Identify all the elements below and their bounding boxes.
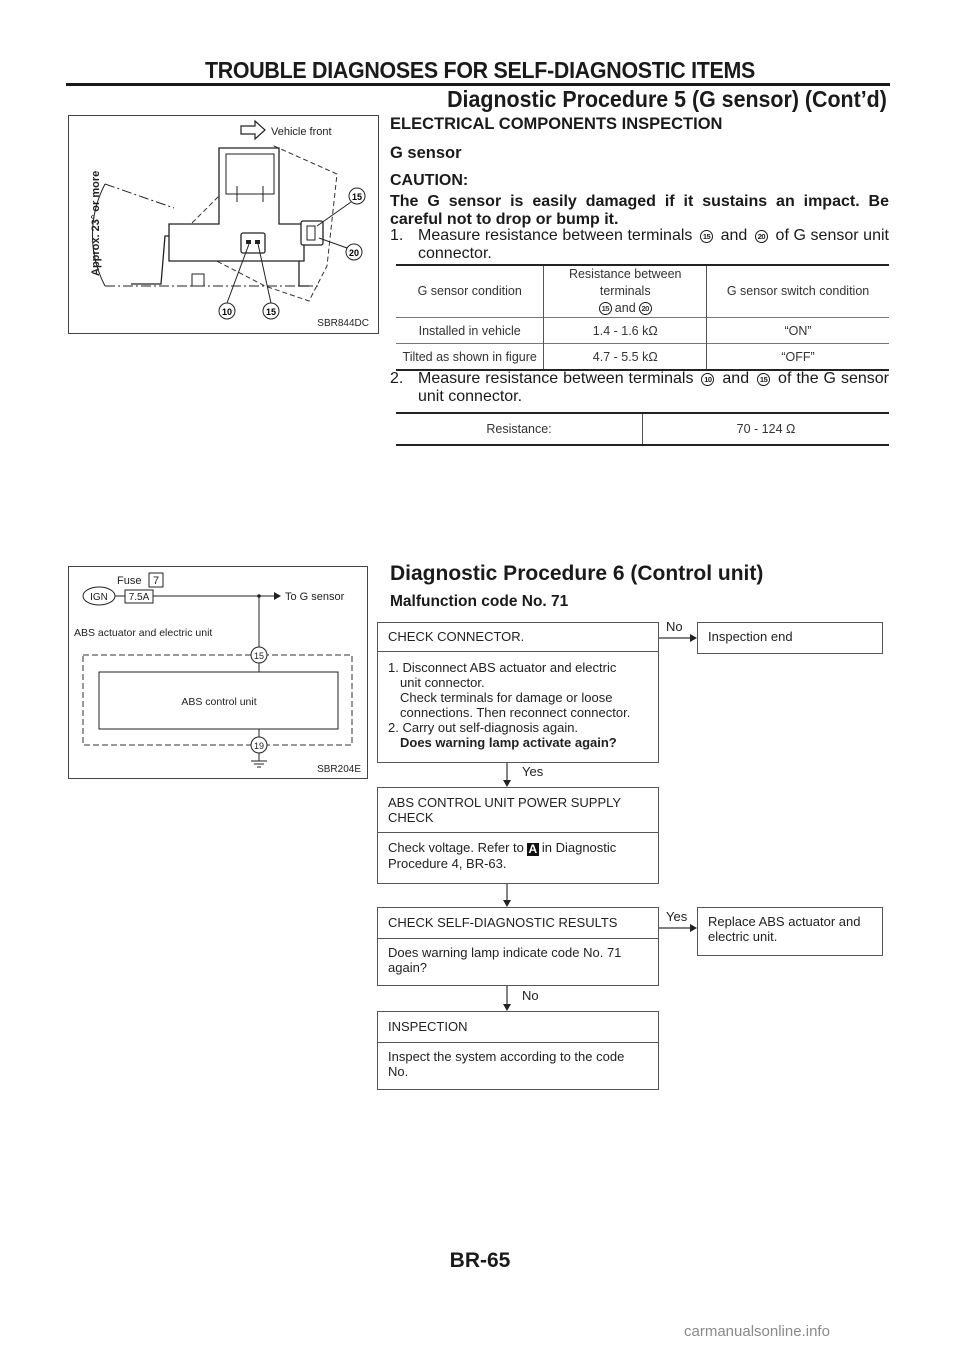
- box-body: Check voltage. Refer to Ain Diagnostic Pr…: [388, 840, 617, 871]
- arrow-down-icon: [503, 1004, 511, 1011]
- box-heading: CHECK CONNECTOR.: [378, 623, 658, 652]
- power-supply-check-box: ABS CONTROL UNIT POWER SUPPLY CHECK Chec…: [377, 787, 659, 884]
- box-heading: INSPECTION: [378, 1012, 658, 1043]
- arrow-down-icon: [503, 900, 511, 907]
- self-diagnostic-results-box: CHECK SELF-DIAGNOSTIC RESULTS Does warni…: [377, 907, 659, 986]
- box-heading: ABS CONTROL UNIT POWER SUPPLY CHECK: [378, 788, 658, 833]
- reference-a-icon: A: [526, 842, 539, 856]
- box-body: 1. Disconnect ABS actuator and electric …: [388, 660, 631, 750]
- arrow-right-icon: [690, 924, 697, 932]
- box-heading: CHECK SELF-DIAGNOSTIC RESULTS: [378, 908, 658, 939]
- box-body: Does warning lamp indicate code No. 71 a…: [388, 945, 622, 975]
- box-body: Inspect the system according to the code…: [388, 1049, 625, 1079]
- check-connector-box: CHECK CONNECTOR. 1. Disconnect ABS actua…: [377, 622, 659, 763]
- page-number: BR-65: [449, 1249, 511, 1272]
- replace-unit-box: Replace ABS actuator and electric unit.: [697, 907, 883, 956]
- yes-label: Yes: [522, 764, 544, 779]
- arrow-down-icon: [503, 780, 511, 787]
- inspection-end-box: Inspection end: [697, 622, 883, 654]
- yes-label: Yes: [666, 909, 688, 924]
- no-label: No: [666, 619, 683, 634]
- arrow-right-icon: [690, 634, 697, 642]
- inspection-box: INSPECTION Inspect the system according …: [377, 1011, 659, 1090]
- watermark: carmanualsonline.info: [684, 1323, 830, 1340]
- no-label: No: [522, 988, 539, 1003]
